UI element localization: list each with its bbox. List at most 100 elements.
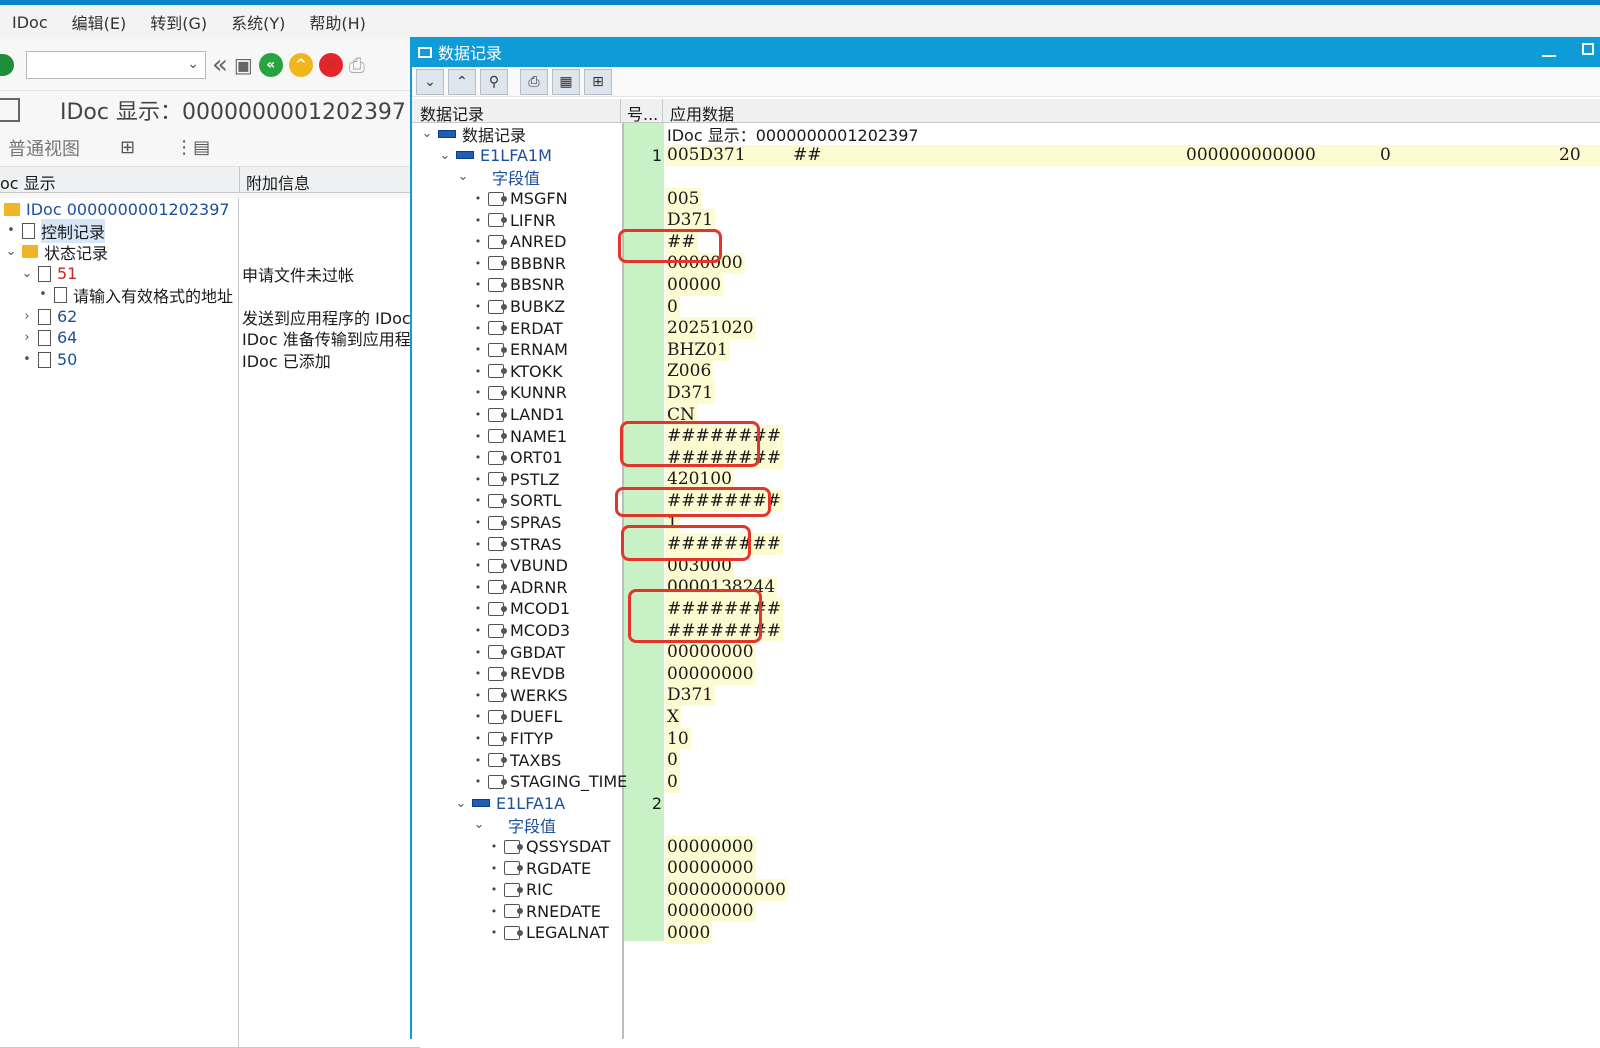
field-node[interactable]: • ADRNR	[474, 577, 568, 599]
window-icon	[0, 98, 20, 122]
col-extra-info[interactable]: 附加信息	[240, 167, 310, 193]
collapse-all-icon[interactable]: ⌃	[448, 68, 476, 95]
find-icon[interactable]: ⚲	[480, 68, 508, 95]
cancel-icon[interactable]: ✕	[318, 52, 343, 77]
hierarchy-icon[interactable]: ⊞	[584, 68, 612, 95]
field-node[interactable]: • KTOKK	[474, 361, 563, 383]
save-icon[interactable]: ▣	[234, 55, 253, 75]
menu-help[interactable]: 帮助(H)	[297, 10, 378, 34]
chevron-down-icon[interactable]: ⌄	[438, 148, 452, 163]
node-field-values-2[interactable]: ⌄ 字段值	[472, 814, 556, 836]
field-node[interactable]: • TAXBS	[474, 749, 562, 771]
field-node[interactable]: • MCOD1	[474, 598, 570, 620]
field-icon	[488, 385, 507, 400]
field-name: VBUND	[510, 556, 568, 576]
field-node[interactable]: • NAME1	[474, 425, 567, 447]
exit-icon[interactable]: ^	[288, 52, 313, 77]
field-node[interactable]: • VBUND	[474, 555, 568, 577]
field-node[interactable]: • BUBKZ	[474, 296, 565, 318]
chevron-right-icon[interactable]: ›	[20, 330, 34, 345]
tree-node-status-50[interactable]: • 50	[20, 349, 77, 370]
field-node[interactable]: • LEGALNAT	[490, 922, 609, 944]
minimize-icon[interactable]	[1542, 43, 1556, 57]
field-icon	[488, 537, 507, 552]
tree-node-control-record[interactable]: • 控制记录	[4, 218, 106, 243]
segment1-data-5: 20	[1559, 145, 1581, 166]
field-node[interactable]: • STRAS	[474, 533, 562, 555]
node-field-values-1[interactable]: ⌄ 字段值	[456, 166, 540, 188]
field-node[interactable]: • RIC	[490, 879, 553, 901]
field-node[interactable]: • QSSYSDAT	[490, 836, 611, 858]
field-icon	[504, 904, 523, 919]
field-node[interactable]: • WERKS	[474, 685, 568, 707]
field-node[interactable]: • PSTLZ	[474, 469, 560, 491]
print-icon[interactable]: ⎙	[520, 68, 548, 95]
field-node[interactable]: • BBSNR	[474, 274, 565, 296]
field-icon	[488, 515, 507, 530]
field-icon	[488, 364, 507, 379]
collapse-left-icon[interactable]: «	[212, 52, 228, 78]
chevron-down-icon[interactable]: ⌄	[4, 244, 18, 259]
field-node[interactable]: • GBDAT	[474, 641, 565, 663]
chevron-right-icon[interactable]: ›	[20, 309, 34, 324]
chevron-down-icon[interactable]: ⌄	[20, 266, 34, 281]
tree-node-status-records[interactable]: ⌄ 状态记录	[4, 241, 108, 263]
segment-icon	[472, 799, 490, 808]
chevron-down-icon[interactable]: ⌄	[187, 56, 199, 72]
enter-icon[interactable]	[0, 53, 14, 76]
field-value: 00000000	[665, 857, 756, 879]
back-icon[interactable]: «	[258, 52, 283, 77]
chevron-down-icon[interactable]: ⌄	[456, 169, 470, 184]
node-segment-e1lfa1a[interactable]: ⌄ E1LFA1A	[454, 793, 565, 815]
command-field[interactable]: ⌄	[26, 50, 206, 79]
field-node[interactable]: • KUNNR	[474, 382, 567, 404]
col-number[interactable]: 号...	[627, 101, 658, 125]
normal-view-button[interactable]: 普通视图	[8, 135, 80, 161]
layout-icon[interactable]: ▦	[552, 68, 580, 95]
field-node[interactable]: • MSGFN	[474, 188, 568, 210]
field-node[interactable]: • ORT01	[474, 447, 563, 469]
field-node[interactable]: • SORTL	[474, 490, 562, 512]
field-node[interactable]: • LIFNR	[474, 209, 556, 231]
standard-toolbar: ⌄ « ▣ « ^ ✕ ⎙	[0, 39, 420, 91]
chevron-down-icon[interactable]: ⌄	[454, 796, 468, 811]
field-name: BUBKZ	[510, 297, 566, 317]
menu-idoc[interactable]: IDoc	[0, 13, 60, 32]
field-node[interactable]: • DUEFL	[474, 706, 563, 728]
maximize-icon[interactable]	[1582, 43, 1594, 55]
field-node[interactable]: • ANRED	[474, 231, 567, 253]
field-node[interactable]: • LAND1	[474, 404, 565, 426]
field-node[interactable]: • RGDATE	[490, 857, 591, 879]
tree-node-status-64[interactable]: › 64	[20, 327, 77, 348]
chevron-down-icon[interactable]: ⌄	[472, 817, 486, 832]
tree-settings-icon[interactable]: ⊞	[120, 137, 135, 158]
field-node[interactable]: • RNEDATE	[490, 901, 601, 923]
expand-all-icon[interactable]: ⌄	[416, 68, 444, 95]
field-value: 00000000	[665, 900, 756, 923]
menu-edit[interactable]: 编辑(E)	[60, 10, 139, 34]
tree-node-message[interactable]: • 请输入有效格式的地址	[36, 284, 233, 306]
chevron-down-icon[interactable]: ⌄	[420, 126, 434, 141]
field-node[interactable]: • ERNAM	[474, 339, 568, 361]
node-segment-e1lfa1m[interactable]: ⌄ E1LFA1M	[438, 145, 552, 167]
field-node[interactable]: • ERDAT	[474, 317, 563, 339]
field-node[interactable]: • SPRAS	[474, 512, 562, 534]
field-node[interactable]: • FITYP	[474, 728, 553, 750]
col-idoc-display[interactable]: oc 显示	[0, 167, 240, 193]
tree-node-status-62[interactable]: › 62	[20, 306, 77, 327]
menu-goto[interactable]: 转到(G)	[138, 10, 219, 34]
field-node[interactable]: • STAGING_TIME	[474, 771, 628, 793]
field-name: REVDB	[510, 664, 566, 684]
tree-node-status-51[interactable]: ⌄ 51	[20, 263, 78, 284]
field-name: GBDAT	[510, 642, 565, 662]
field-name: LAND1	[510, 405, 565, 425]
field-value: 10	[665, 727, 691, 750]
tree-node-idoc[interactable]: IDoc 0000000001202397	[0, 199, 230, 220]
field-node[interactable]: • MCOD3	[474, 620, 570, 642]
menu-system[interactable]: 系统(Y)	[219, 10, 297, 34]
hierarchy-icon[interactable]: ⋮▤	[175, 137, 210, 158]
node-data-records[interactable]: ⌄ 数据记录	[420, 123, 526, 145]
field-node[interactable]: • BBBNR	[474, 253, 566, 275]
field-node[interactable]: • REVDB	[474, 663, 566, 685]
print-icon[interactable]: ⎙	[349, 55, 365, 75]
